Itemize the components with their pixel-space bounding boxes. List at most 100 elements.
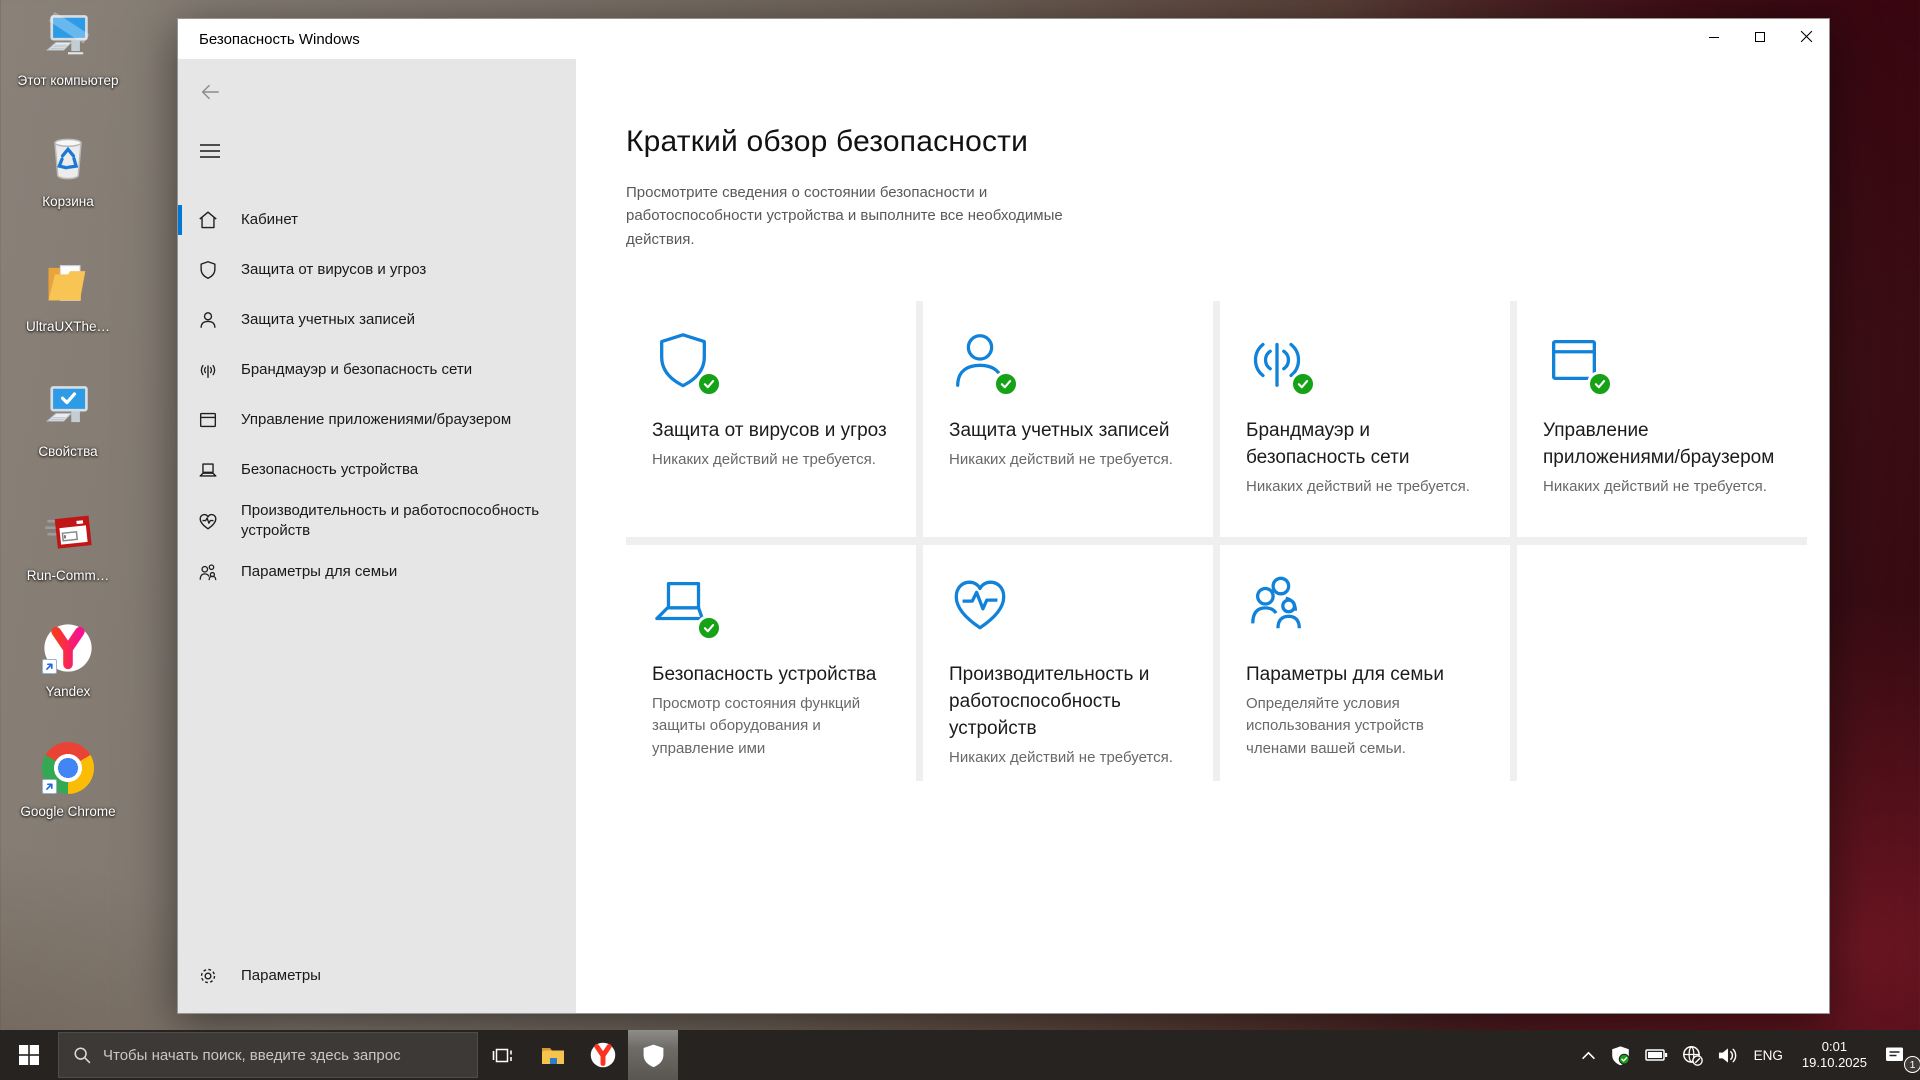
- sidebar-item-home[interactable]: Кабинет: [178, 195, 576, 245]
- family-icon: [197, 561, 219, 583]
- check-badge-icon: [1290, 371, 1316, 397]
- card-family-options[interactable]: Параметры для семьи Определяйте условия …: [1220, 545, 1510, 781]
- tray-network-button[interactable]: [1675, 1030, 1710, 1080]
- windows-security-button[interactable]: [628, 1030, 678, 1080]
- desktop-icon-label: Yandex: [46, 683, 91, 700]
- desktop-icon-label: Свойства: [38, 443, 97, 460]
- card-title: Управление приложениями/браузером: [1543, 417, 1781, 471]
- check-badge-icon: [696, 615, 722, 641]
- card-status: Никаких действий не требуется.: [1543, 476, 1781, 499]
- heart-pulse-icon: [197, 510, 219, 532]
- check-badge-icon: [993, 371, 1019, 397]
- card-firewall-network[interactable]: Брандмауэр и безопасность сети Никаких д…: [1220, 301, 1510, 537]
- check-badge-icon: [696, 371, 722, 397]
- taskbar-search[interactable]: [58, 1032, 478, 1078]
- back-button[interactable]: [188, 77, 232, 107]
- card-device-performance-health[interactable]: Производительность и работоспособность у…: [923, 545, 1213, 781]
- minimize-icon: [1708, 30, 1720, 48]
- card-status: Никаких действий не требуется.: [1246, 476, 1484, 499]
- card-app-browser-control[interactable]: Управление приложениями/браузером Никаки…: [1517, 301, 1807, 537]
- card-device-security[interactable]: Безопасность устройства Просмотр состоян…: [626, 545, 916, 781]
- card-virus-threat-protection[interactable]: Защита от вирусов и угроз Никаких действ…: [626, 301, 916, 537]
- action-center-button[interactable]: 1: [1877, 1030, 1920, 1080]
- home-icon: [197, 209, 219, 231]
- sidebar-item-firewall-network[interactable]: Брандмауэр и безопасность сети: [178, 345, 576, 395]
- card-status: Определяйте условия использования устрой…: [1246, 693, 1484, 761]
- security-cards-grid: Защита от вирусов и угроз Никаких действ…: [626, 301, 1807, 781]
- card-title: Безопасность устройства: [652, 661, 890, 688]
- empty-grid-cell: [1517, 545, 1807, 781]
- start-button[interactable]: [0, 1030, 58, 1080]
- maximize-icon: [1754, 30, 1766, 48]
- clock-date: 19.10.2025: [1802, 1055, 1867, 1071]
- close-button[interactable]: [1783, 19, 1829, 59]
- battery-icon: [1645, 1047, 1668, 1063]
- sidebar-item-account-protection[interactable]: Защита учетных записей: [178, 295, 576, 345]
- windows-security-window: Безопасность Windows: [177, 18, 1830, 1014]
- sidebar-item-virus-threat-protection[interactable]: Защита от вирусов и угроз: [178, 245, 576, 295]
- sidebar-item-device-security[interactable]: Безопасность устройства: [178, 445, 576, 495]
- google-chrome-icon: [41, 741, 95, 795]
- desktop-icon-label: Run-Comm…: [27, 567, 110, 584]
- folder-icon: [41, 256, 95, 310]
- taskbar: ENG 0:01 19.10.2025 1: [0, 1030, 1920, 1080]
- yandex-browser-icon: [589, 1041, 617, 1069]
- sidebar-nav: Кабинет Защита от вирусов и угроз Защита…: [178, 195, 576, 597]
- card-title: Брандмауэр и безопасность сети: [1246, 417, 1484, 471]
- sidebar-item-settings[interactable]: Параметры: [178, 951, 576, 1001]
- task-view-icon: [492, 1044, 514, 1066]
- desktop-icon-ultraux-folder[interactable]: UltraUXThe…: [12, 256, 124, 335]
- desktop-icon-label: Корзина: [42, 193, 93, 210]
- run-command-icon: [41, 505, 95, 559]
- task-view-button[interactable]: [478, 1030, 528, 1080]
- menu-toggle-button[interactable]: [188, 133, 232, 169]
- search-input[interactable]: [103, 1047, 443, 1064]
- notification-count-badge: 1: [1904, 1056, 1920, 1073]
- yandex-browser-button[interactable]: [578, 1030, 628, 1080]
- sidebar-item-device-performance-health[interactable]: Производительность и работоспособность у…: [178, 495, 576, 547]
- desktop-icon-this-pc[interactable]: Этот компьютер: [12, 10, 124, 89]
- sidebar: Кабинет Защита от вирусов и угроз Защита…: [178, 59, 576, 1013]
- notification-icon: [1884, 1045, 1906, 1065]
- card-status: Просмотр состояния функций защиты оборуд…: [652, 693, 890, 761]
- card-title: Защита учетных записей: [949, 417, 1187, 444]
- tray-volume-button[interactable]: [1710, 1030, 1745, 1080]
- taskbar-clock[interactable]: 0:01 19.10.2025: [1792, 1039, 1877, 1071]
- card-title: Защита от вирусов и угроз: [652, 417, 890, 444]
- person-icon: [197, 309, 219, 331]
- desktop-icon-run-command[interactable]: Run-Comm…: [12, 505, 124, 584]
- tray-overflow-button[interactable]: [1574, 1030, 1603, 1080]
- minimize-button[interactable]: [1691, 19, 1737, 59]
- heart-pulse-icon: [949, 573, 1015, 637]
- sidebar-item-family-options[interactable]: Параметры для семьи: [178, 547, 576, 597]
- desktop-icon-label: Этот компьютер: [18, 72, 119, 89]
- network-icon: [197, 359, 219, 381]
- desktop-icon-google-chrome[interactable]: Google Chrome: [12, 741, 124, 820]
- tray-battery-button[interactable]: [1638, 1030, 1675, 1080]
- desktop-icon-properties[interactable]: Свойства: [12, 381, 124, 460]
- person-icon: [949, 329, 1015, 393]
- laptop-icon: [197, 459, 219, 481]
- language-indicator[interactable]: ENG: [1745, 1030, 1792, 1080]
- sidebar-item-app-browser-control[interactable]: Управление приложениями/браузером: [178, 395, 576, 445]
- card-account-protection[interactable]: Защита учетных записей Никаких действий …: [923, 301, 1213, 537]
- shield-icon: [197, 259, 219, 281]
- card-title: Производительность и работоспособность у…: [949, 661, 1187, 742]
- family-icon: [1246, 573, 1312, 637]
- gear-icon: [197, 965, 219, 987]
- app-window-icon: [197, 409, 219, 431]
- app-window-icon: [1543, 329, 1609, 393]
- file-explorer-button[interactable]: [528, 1030, 578, 1080]
- back-arrow-icon: [199, 81, 221, 103]
- maximize-button[interactable]: [1737, 19, 1783, 59]
- security-shield-check-icon: [1610, 1045, 1631, 1066]
- windows-logo-icon: [19, 1045, 39, 1065]
- desktop-icon-recycle-bin[interactable]: Корзина: [12, 131, 124, 210]
- titlebar[interactable]: Безопасность Windows: [178, 19, 1829, 59]
- window-title: Безопасность Windows: [178, 31, 360, 48]
- tray-security-button[interactable]: [1603, 1030, 1638, 1080]
- card-status: Никаких действий не требуется.: [652, 449, 890, 472]
- desktop-icon-label: Google Chrome: [20, 803, 115, 820]
- desktop-icon-yandex[interactable]: Yandex: [12, 621, 124, 700]
- card-status: Никаких действий не требуется.: [949, 449, 1187, 472]
